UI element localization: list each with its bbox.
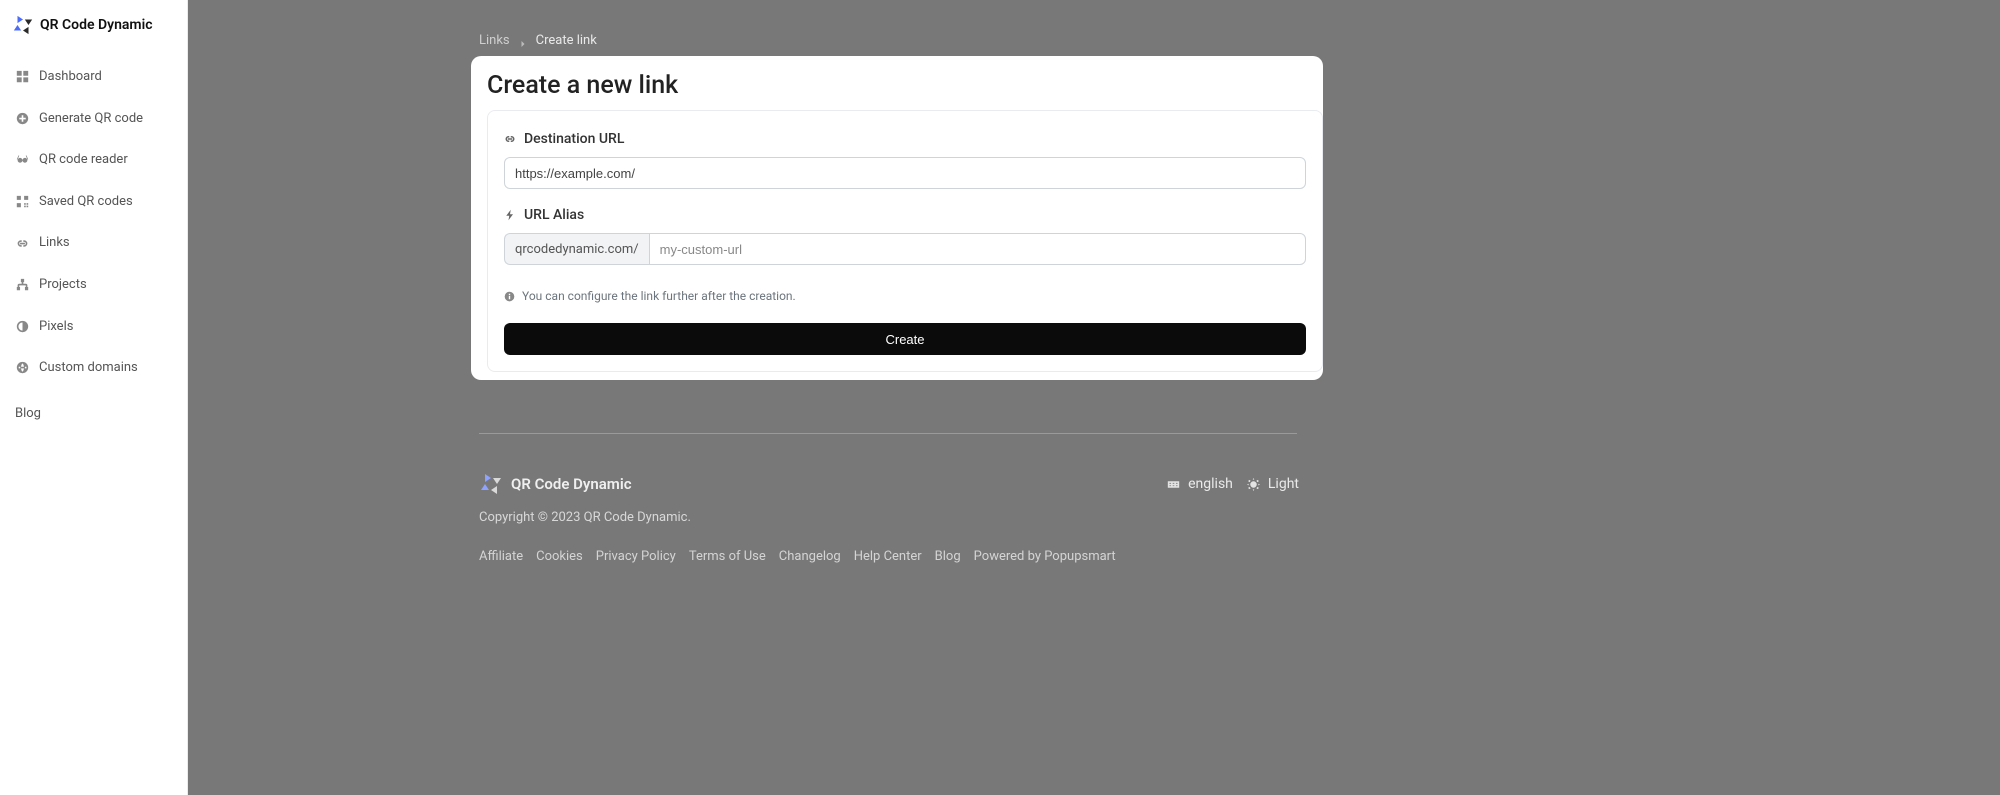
sidebar-item-label: Generate QR code (39, 111, 143, 127)
footer-link-terms[interactable]: Terms of Use (689, 549, 766, 564)
footer-link-changelog[interactable]: Changelog (779, 549, 841, 564)
card-title: Create a new link (479, 71, 1315, 110)
footer-right-group: english Light (1167, 476, 1299, 492)
footer-top-row: QR Code Dynamic english Light (479, 472, 1299, 496)
footer-brand-text: QR Code Dynamic (511, 475, 632, 493)
breadcrumb-links[interactable]: Links (479, 33, 510, 48)
sidebar-item-label: Projects (39, 277, 87, 293)
theme-toggle[interactable]: Light (1247, 476, 1299, 492)
url-alias-prefix: qrcodedynamic.com/ (504, 233, 649, 265)
sidebar-item-label: Blog (15, 406, 41, 421)
info-circle-icon (504, 291, 515, 302)
sidebar-item-saved[interactable]: Saved QR codes (0, 181, 187, 223)
hint-text: You can configure the link further after… (522, 289, 796, 303)
footer-brand-logo[interactable]: QR Code Dynamic (479, 472, 632, 496)
create-link-card: Create a new link Destination URL URL Al… (471, 56, 1323, 380)
brand-logo-icon (12, 14, 34, 36)
divider (479, 433, 1297, 434)
sidebar-item-projects[interactable]: Projects (0, 264, 187, 306)
destination-url-input[interactable] (504, 157, 1306, 189)
footer-link-powered[interactable]: Powered by Popupsmart (974, 549, 1116, 564)
sidebar-item-links[interactable]: Links (0, 222, 187, 264)
sidebar-item-generate[interactable]: Generate QR code (0, 98, 187, 140)
link-icon (504, 133, 516, 145)
sidebar-item-label: Dashboard (39, 69, 102, 85)
glasses-icon (15, 153, 29, 167)
half-circle-icon (15, 319, 29, 333)
theme-label: Light (1268, 476, 1299, 492)
info-hint: You can configure the link further after… (504, 289, 1306, 303)
sidebar-nav: Dashboard Generate QR code QR code reade… (0, 50, 187, 440)
globe-icon (15, 361, 29, 375)
create-button-label: Create (885, 332, 924, 347)
sidebar-item-label: Saved QR codes (39, 194, 133, 210)
language-label: english (1188, 476, 1233, 492)
brand-logo-icon (479, 472, 503, 496)
chevron-right-icon (520, 38, 526, 44)
sidebar-item-blog[interactable]: Blog (0, 393, 187, 434)
footer-link-affiliate[interactable]: Affiliate (479, 549, 523, 564)
bolt-icon (504, 209, 516, 221)
copyright-text: Copyright © 2023 QR Code Dynamic. (479, 510, 1299, 525)
sidebar-item-label: Custom domains (39, 360, 138, 376)
plus-circle-icon (15, 111, 29, 125)
footer: QR Code Dynamic english Light Copyright … (479, 472, 1299, 564)
sidebar-item-reader[interactable]: QR code reader (0, 139, 187, 181)
diagram-icon (15, 278, 29, 292)
create-button[interactable]: Create (504, 323, 1306, 355)
language-selector[interactable]: english (1167, 476, 1233, 492)
label-text: Destination URL (524, 131, 624, 147)
sidebar-item-label: QR code reader (39, 152, 128, 168)
language-icon (1167, 478, 1180, 491)
sun-icon (1247, 478, 1260, 491)
dashboard-icon (15, 70, 29, 84)
brand-logo[interactable]: QR Code Dynamic (0, 0, 187, 50)
field-url-alias: URL Alias qrcodedynamic.com/ (504, 207, 1306, 265)
footer-link-privacy[interactable]: Privacy Policy (596, 549, 676, 564)
field-destination-url: Destination URL (504, 131, 1306, 189)
url-alias-input-group: qrcodedynamic.com/ (504, 233, 1306, 265)
breadcrumb-current: Create link (536, 33, 597, 48)
sidebar: QR Code Dynamic Dashboard Generate QR co… (0, 0, 188, 795)
footer-links: Affiliate Cookies Privacy Policy Terms o… (479, 549, 1299, 564)
sidebar-item-pixels[interactable]: Pixels (0, 306, 187, 348)
label-text: URL Alias (524, 207, 584, 223)
label-url-alias: URL Alias (504, 207, 1306, 223)
link-icon (15, 236, 29, 250)
sidebar-item-dashboard[interactable]: Dashboard (0, 56, 187, 98)
footer-link-help[interactable]: Help Center (854, 549, 922, 564)
footer-link-cookies[interactable]: Cookies (536, 549, 583, 564)
brand-logo-text: QR Code Dynamic (40, 17, 153, 33)
qrcode-icon (15, 195, 29, 209)
sidebar-item-domains[interactable]: Custom domains (0, 347, 187, 389)
create-link-panel: Destination URL URL Alias qrcodedynamic.… (487, 110, 1323, 372)
footer-link-blog[interactable]: Blog (935, 549, 961, 564)
url-alias-input[interactable] (649, 233, 1306, 265)
sidebar-item-label: Links (39, 235, 70, 251)
sidebar-item-label: Pixels (39, 319, 73, 335)
breadcrumb: Links Create link (479, 33, 597, 48)
label-destination-url: Destination URL (504, 131, 1306, 147)
